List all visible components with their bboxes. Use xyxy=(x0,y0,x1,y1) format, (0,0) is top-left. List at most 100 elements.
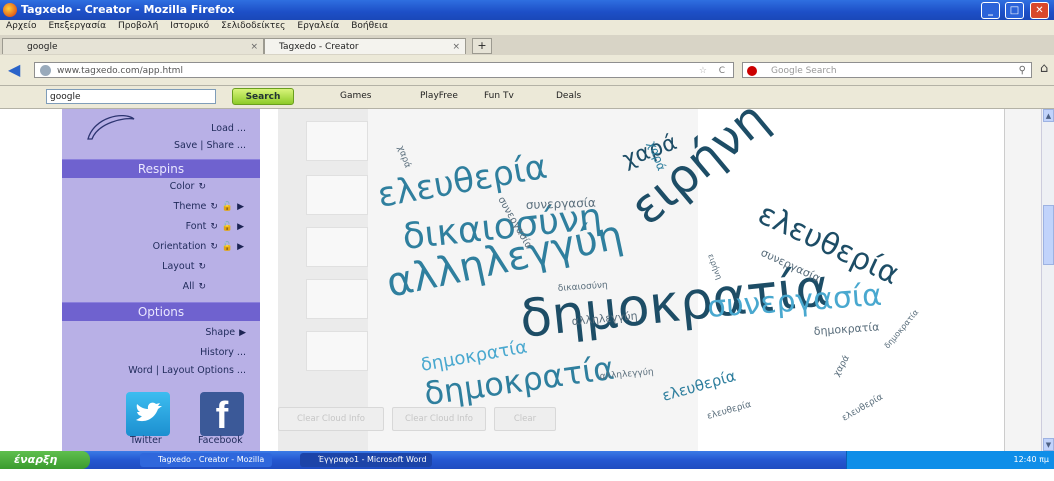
menu-history[interactable]: Ιστορικό xyxy=(164,20,215,32)
facebook-label: Facebook xyxy=(198,435,243,446)
tagxedo-left-panel: Load ... Save | Share ... Respins Color ↻… xyxy=(62,109,260,451)
menu-bar: Αρχείο Επεξεργασία Προβολή Ιστορικό Σελιδοδε… xyxy=(0,20,1054,35)
back-arrow-icon[interactable]: ◀ xyxy=(8,61,28,79)
menu-file[interactable]: Αρχείο xyxy=(0,20,43,32)
close-tab-icon[interactable]: × xyxy=(452,39,460,55)
respin-orientation[interactable]: Orientation ↻ 🔓 ▶ xyxy=(62,241,260,256)
search-engine-icon[interactable] xyxy=(747,66,757,76)
tab-google[interactable]: google × xyxy=(2,38,264,54)
start-button[interactable]: έναρξη xyxy=(0,451,90,469)
respin-all[interactable]: All ↻ xyxy=(62,281,260,296)
play-icon[interactable]: ▶ xyxy=(239,328,246,338)
search-placeholder: Google Search xyxy=(771,66,837,76)
respin-layout-label: Layout xyxy=(162,261,195,272)
window-title: Tagxedo - Creator - Mozilla Firefox xyxy=(21,3,235,16)
respin-all-label: All xyxy=(182,281,195,292)
shape-thumbnail[interactable] xyxy=(306,227,368,267)
refresh-icon[interactable]: ↻ xyxy=(210,202,218,212)
shape-thumbnail[interactable] xyxy=(306,121,368,161)
twitter-bird-icon xyxy=(136,402,162,422)
bookmark-star-icon[interactable]: ☆ xyxy=(699,63,707,79)
refresh-icon[interactable]: ↻ xyxy=(210,242,218,252)
vertical-scrollbar[interactable]: ▲ ▼ xyxy=(1041,109,1054,451)
maximize-button[interactable]: □ xyxy=(1005,2,1024,19)
scroll-up-icon[interactable]: ▲ xyxy=(1043,109,1054,122)
globe-icon xyxy=(40,65,51,76)
toolbar-games[interactable]: Games xyxy=(340,89,371,104)
right-side-panel xyxy=(1004,109,1041,451)
close-tab-icon[interactable]: × xyxy=(250,39,258,55)
play-icon[interactable]: ▶ xyxy=(237,242,244,252)
word-cloud[interactable]: δημοκρατίαδημοκρατίαδημοκρατίααλληλεγγύη… xyxy=(368,109,962,451)
cloud-word: δημοκρατία xyxy=(883,308,921,350)
menu-bookmarks[interactable]: Σελιδοδείκτες xyxy=(215,20,291,32)
respins-header: Respins xyxy=(62,159,260,178)
word-layout-options-link[interactable]: Word | Layout Options ... xyxy=(62,365,260,380)
url-bar[interactable]: www.tagxedo.com/app.html ☆ C xyxy=(34,62,734,78)
lock-icon[interactable]: 🔓 xyxy=(222,242,233,252)
system-tray: 12:40 πμ xyxy=(846,451,1054,469)
page-content: Load ... Save | Share ... Respins Color ↻… xyxy=(0,109,1054,451)
cloud-word: χαρά xyxy=(395,145,412,170)
cloud-word: ελευθερία xyxy=(841,392,885,423)
taskbar-item-firefox[interactable]: Tagxedo - Creator - Mozilla Firefox xyxy=(140,453,272,478)
respin-theme[interactable]: Theme ↻ 🔓 ▶ xyxy=(62,201,260,216)
close-button[interactable]: ✕ xyxy=(1030,2,1049,19)
toolbar-search-button[interactable]: Search xyxy=(232,88,294,105)
addon-toolbar: google Search Games PlayFree Fun Tv Deal… xyxy=(0,86,1054,109)
respin-font-label: Font xyxy=(185,221,207,232)
title-bar: Tagxedo - Creator - Mozilla Firefox _ □ … xyxy=(0,0,1054,20)
lock-icon[interactable]: 🔓 xyxy=(222,202,233,212)
refresh-icon[interactable]: ↻ xyxy=(198,262,206,272)
history-link[interactable]: History ... xyxy=(62,347,260,362)
tab-bar: google × Tagxedo - Creator × xyxy=(0,35,1054,56)
tab-label: google xyxy=(27,42,58,52)
refresh-icon[interactable]: ↻ xyxy=(198,182,206,192)
shape-label: Shape xyxy=(205,327,236,338)
toolbar-playfree[interactable]: PlayFree xyxy=(420,89,458,104)
cloud-word: χαρά xyxy=(832,354,852,379)
load-link[interactable]: Load ... xyxy=(62,123,260,138)
toolbar-funtv[interactable]: Fun Tv xyxy=(484,89,514,104)
shape-option[interactable]: Shape ▶ xyxy=(62,327,260,342)
twitter-button[interactable] xyxy=(126,392,170,436)
cloud-word: δημοκρατία xyxy=(813,320,879,338)
clock: 12:40 πμ xyxy=(1013,455,1049,464)
reload-icon[interactable]: C xyxy=(719,63,725,79)
scroll-down-icon[interactable]: ▼ xyxy=(1043,438,1054,451)
scrollbar-thumb[interactable] xyxy=(1043,205,1054,265)
minimize-button[interactable]: _ xyxy=(981,2,1000,19)
play-icon[interactable]: ▶ xyxy=(237,202,244,212)
shape-thumbnail[interactable] xyxy=(306,279,368,319)
save-share-link[interactable]: Save | Share ... xyxy=(62,140,260,155)
taskbar-item-word[interactable]: Έγγραφο1 - Microsoft Word xyxy=(300,453,432,467)
play-icon[interactable]: ▶ xyxy=(237,222,244,232)
menu-help[interactable]: Βοήθεια xyxy=(345,20,394,32)
navigation-bar: ◀ www.tagxedo.com/app.html ☆ C Google Se… xyxy=(0,55,1054,86)
taskbar: έναρξη Tagxedo - Creator - Mozilla Firef… xyxy=(0,451,1054,478)
menu-tools[interactable]: Εργαλεία xyxy=(291,20,345,32)
respin-layout[interactable]: Layout ↻ xyxy=(62,261,260,276)
toolbar-search-field[interactable]: google xyxy=(46,89,216,104)
tab-tagxedo[interactable]: Tagxedo - Creator × xyxy=(264,38,466,54)
home-icon[interactable]: ⌂ xyxy=(1040,61,1048,76)
shape-thumbnail[interactable] xyxy=(306,331,368,371)
menu-view[interactable]: Προβολή xyxy=(112,20,164,32)
shape-thumbnail-strip xyxy=(278,109,368,451)
respin-color[interactable]: Color ↻ xyxy=(62,181,260,196)
twitter-label: Twitter xyxy=(130,435,162,446)
facebook-button[interactable]: f xyxy=(200,392,244,437)
shape-thumbnail[interactable] xyxy=(306,175,368,215)
url-text: www.tagxedo.com/app.html xyxy=(57,66,183,76)
refresh-icon[interactable]: ↻ xyxy=(198,282,206,292)
menu-edit[interactable]: Επεξεργασία xyxy=(43,20,113,32)
new-tab-button[interactable]: + xyxy=(472,38,492,54)
refresh-icon[interactable]: ↻ xyxy=(210,222,218,232)
search-input[interactable]: Google Search ⚲ xyxy=(742,62,1032,78)
cloud-word: ελευθερία xyxy=(660,367,738,405)
respin-orientation-label: Orientation xyxy=(152,241,207,252)
respin-font[interactable]: Font ↻ 🔓 ▶ xyxy=(62,221,260,236)
toolbar-deals[interactable]: Deals xyxy=(556,89,581,104)
lock-icon[interactable]: 🔓 xyxy=(222,222,233,232)
search-icon[interactable]: ⚲ xyxy=(1019,63,1026,79)
